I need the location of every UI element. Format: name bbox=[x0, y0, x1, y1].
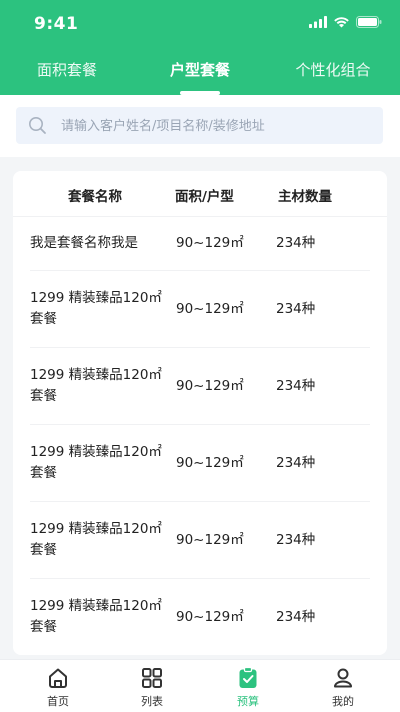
tabbar-item-list[interactable]: 列表 bbox=[102, 660, 202, 712]
bottom-tab-bar: 首页 列表 预算 我的 bbox=[0, 659, 400, 712]
table-header: 套餐名称 面积/户型 主材数量 bbox=[13, 171, 387, 217]
user-icon bbox=[334, 668, 352, 688]
package-name: 1299 精装臻品120㎡套餐 bbox=[30, 598, 162, 635]
cellular-signal-icon bbox=[309, 16, 327, 28]
table-row[interactable]: 1299 精装臻品120㎡套餐 90~129㎡ 234种 bbox=[30, 579, 370, 655]
search-icon bbox=[29, 117, 46, 134]
package-area: 90~129㎡ bbox=[176, 455, 244, 471]
package-name: 1299 精装臻品120㎡套餐 bbox=[30, 521, 162, 558]
package-material-count: 234种 bbox=[276, 235, 316, 251]
status-time: 9:41 bbox=[34, 14, 79, 34]
column-header-name: 套餐名称 bbox=[68, 189, 122, 205]
package-material-count: 234种 bbox=[276, 301, 316, 317]
table-row[interactable]: 1299 精装臻品120㎡套餐 90~129㎡ 234种 bbox=[30, 348, 370, 425]
header: 9:41 面积套餐 户型套餐 个性化组合 bbox=[0, 0, 400, 95]
battery-icon bbox=[356, 16, 382, 28]
tab-layout-package[interactable]: 户型套餐 bbox=[150, 52, 250, 95]
package-area: 90~129㎡ bbox=[176, 378, 244, 394]
package-name: 1299 精装臻品120㎡套餐 bbox=[30, 367, 162, 404]
package-name: 我是套餐名称我是 bbox=[30, 235, 138, 251]
tabbar-label: 首页 bbox=[47, 695, 69, 708]
package-material-count: 234种 bbox=[276, 378, 316, 394]
package-name: 1299 精装臻品120㎡套餐 bbox=[30, 290, 162, 327]
clipboard-check-icon bbox=[239, 666, 257, 688]
tab-area-package[interactable]: 面积套餐 bbox=[17, 52, 117, 95]
grid-icon bbox=[142, 668, 162, 688]
tab-label: 个性化组合 bbox=[295, 61, 371, 79]
tabbar-label: 我的 bbox=[332, 695, 354, 708]
tabbar-item-home[interactable]: 首页 bbox=[8, 660, 108, 712]
search-area bbox=[0, 95, 400, 157]
table-row[interactable]: 1299 精装臻品120㎡套餐 90~129㎡ 234种 bbox=[30, 502, 370, 579]
tabbar-label: 列表 bbox=[141, 695, 163, 708]
tabbar-label: 预算 bbox=[237, 695, 259, 708]
package-area: 90~129㎡ bbox=[176, 235, 244, 251]
tab-label: 面积套餐 bbox=[36, 61, 97, 79]
column-header-count: 主材数量 bbox=[278, 189, 332, 205]
package-area: 90~129㎡ bbox=[176, 532, 244, 548]
tabbar-item-mine[interactable]: 我的 bbox=[293, 660, 393, 712]
package-tabs: 面积套餐 户型套餐 个性化组合 bbox=[0, 52, 400, 95]
tab-custom-combination[interactable]: 个性化组合 bbox=[283, 52, 383, 95]
status-icons bbox=[309, 16, 382, 28]
package-table: 套餐名称 面积/户型 主材数量 我是套餐名称我是 90~129㎡ 234种 12… bbox=[13, 171, 387, 655]
package-area: 90~129㎡ bbox=[176, 609, 244, 625]
package-material-count: 234种 bbox=[276, 455, 316, 471]
package-material-count: 234种 bbox=[276, 532, 316, 548]
search-input[interactable] bbox=[59, 107, 373, 146]
package-area: 90~129㎡ bbox=[176, 301, 244, 317]
tab-label: 户型套餐 bbox=[169, 61, 230, 79]
search-box[interactable] bbox=[16, 107, 383, 146]
table-row[interactable]: 1299 精装臻品120㎡套餐 90~129㎡ 234种 bbox=[30, 425, 370, 502]
wifi-icon bbox=[334, 17, 349, 28]
package-material-count: 234种 bbox=[276, 609, 316, 625]
table-row[interactable]: 我是套餐名称我是 90~129㎡ 234种 bbox=[30, 217, 370, 271]
column-header-area: 面积/户型 bbox=[175, 189, 234, 205]
tabbar-item-budget[interactable]: 预算 bbox=[198, 660, 298, 712]
home-icon bbox=[49, 668, 67, 688]
package-name: 1299 精装臻品120㎡套餐 bbox=[30, 444, 162, 481]
table-row[interactable]: 1299 精装臻品120㎡套餐 90~129㎡ 234种 bbox=[30, 271, 370, 348]
status-bar: 9:41 bbox=[0, 0, 400, 46]
